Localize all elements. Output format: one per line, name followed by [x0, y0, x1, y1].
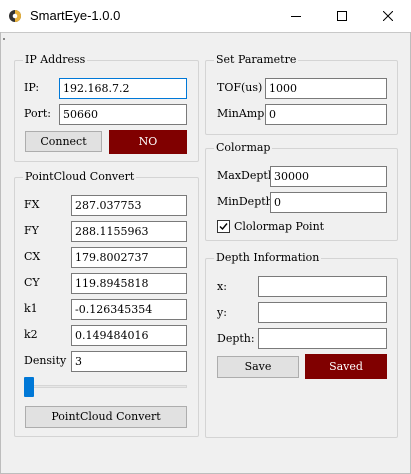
x-value-field[interactable] — [258, 276, 387, 297]
y-label: y: — [217, 306, 227, 319]
k1-label: k1 — [24, 302, 38, 315]
ip-label: IP: — [24, 81, 40, 94]
cy-input[interactable]: 119.8945818 — [71, 273, 187, 294]
maxdepth-input[interactable]: 30000 — [270, 166, 387, 187]
port-label: Port: — [24, 107, 51, 120]
depth-label: Depth: — [217, 332, 255, 345]
colormap-group-title: Colormap — [214, 141, 273, 155]
set-parameter-group-title: Set Parametre — [214, 53, 299, 67]
k2-label: k2 — [24, 328, 38, 341]
fy-input[interactable]: 288.1155963 — [71, 221, 187, 242]
k2-input[interactable]: 0.149484016 — [71, 325, 187, 346]
mindepth-label: MinDepth — [217, 195, 273, 208]
app-logo-icon — [8, 9, 22, 23]
fy-label: FY — [24, 224, 39, 237]
density-label: Density — [24, 354, 67, 367]
tof-input[interactable]: 1000 — [265, 78, 387, 99]
fx-input[interactable]: 287.037753 — [71, 195, 187, 216]
density-slider-handle[interactable] — [24, 377, 34, 397]
colormap-point-checkbox[interactable] — [217, 220, 230, 233]
minimize-button[interactable] — [273, 0, 319, 32]
y-value-field[interactable] — [258, 302, 387, 323]
saved-status-button[interactable]: Saved — [305, 354, 387, 379]
minamp-label: MinAmp — [217, 107, 265, 120]
connection-status-button[interactable]: NO — [109, 130, 187, 154]
x-label: x: — [217, 280, 227, 293]
window-border-left — [0, 32, 1, 474]
depth-information-group-title: Depth Information — [214, 251, 322, 265]
connect-button[interactable]: Connect — [25, 131, 102, 152]
port-input[interactable]: 50660 — [59, 104, 187, 125]
maximize-button[interactable] — [319, 0, 365, 32]
depth-value-field[interactable] — [258, 328, 387, 349]
cx-input[interactable]: 179.8002737 — [71, 247, 187, 268]
minimize-icon — [291, 16, 301, 17]
maximize-icon — [337, 11, 347, 21]
density-slider-track[interactable] — [25, 385, 187, 388]
title-divider — [0, 32, 411, 33]
fx-label: FX — [24, 198, 40, 211]
k1-input[interactable]: -0.126345354 — [71, 299, 187, 320]
ip-input[interactable]: 192.168.7.2 — [59, 78, 187, 99]
close-button[interactable] — [365, 0, 411, 32]
resize-grip-dot — [3, 38, 5, 40]
close-icon — [383, 11, 393, 21]
colormap-point-label[interactable]: Clolormap Point — [234, 220, 324, 234]
pointcloud-convert-button[interactable]: PointCloud Convert — [25, 406, 187, 428]
cy-label: CY — [24, 276, 40, 289]
checkmark-icon — [219, 223, 228, 231]
cx-label: CX — [24, 250, 41, 263]
save-button[interactable]: Save — [217, 356, 299, 378]
title-bar: SmartEye-1.0.0 — [0, 0, 411, 32]
mindepth-input[interactable]: 0 — [270, 192, 387, 213]
density-input[interactable]: 3 — [71, 351, 187, 372]
tof-label: TOF(us) — [217, 81, 263, 94]
minamp-input[interactable]: 0 — [265, 104, 387, 125]
ip-address-group-title: IP Address — [23, 53, 88, 67]
pointcloud-group-title: PointCloud Convert — [23, 170, 137, 184]
maxdepth-label: MaxDepth — [217, 169, 275, 182]
window-title: SmartEye-1.0.0 — [30, 8, 121, 23]
